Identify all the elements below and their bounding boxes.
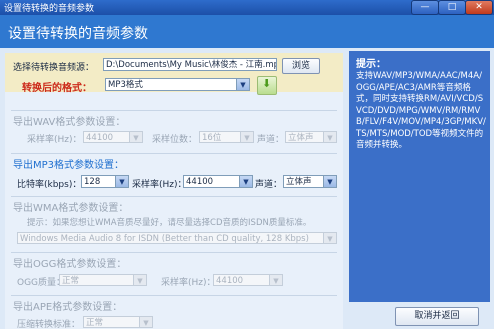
- title-bar[interactable]: 设置待转换的音频参数 — □ ✕: [0, 0, 494, 15]
- mp3-channel-value: 立体声: [286, 177, 312, 187]
- ape-divider: [11, 295, 337, 296]
- ogg-sample-rate-label: 采样率(Hz)：: [161, 278, 216, 288]
- hint-panel: 提示： 支持WAV/MP3/WMA/AAC/M4A/OGG/APE/AC3/AM…: [349, 51, 490, 302]
- browse-button[interactable]: 浏览: [282, 58, 320, 74]
- wma-preset-value: Windows Media Audio 8 for ISDN (Better t…: [20, 234, 309, 244]
- mp3-bitrate-select[interactable]: 128 ▼: [81, 175, 129, 188]
- maximize-button[interactable]: □: [438, 0, 466, 15]
- ogg-divider: [11, 252, 337, 253]
- ogg-quality-label: OGG质量：: [17, 278, 66, 288]
- wav-channel-value: 立体声: [288, 133, 314, 143]
- ogg-quality-value: 正常: [62, 276, 80, 286]
- format-label: 转换后的格式：: [22, 83, 92, 94]
- source-label: 选择待转换音频源：: [13, 63, 95, 73]
- mp3-sample-rate-select[interactable]: 44100 ▼: [183, 175, 253, 188]
- ogg-sample-rate-value: 44100: [216, 276, 244, 286]
- dialog-header-title: 设置待转换的音频参数: [8, 26, 148, 42]
- ogg-section-title: 导出OGG格式参数设置：: [13, 259, 127, 270]
- chevron-down-icon: ▼: [236, 79, 249, 90]
- mp3-channel-label: 声道：: [255, 180, 283, 190]
- settings-panel: 选择待转换音频源： D:\Documents\My Music\林俊杰 - 江南…: [5, 53, 343, 329]
- mp3-bitrate-label: 比特率(kbps)：: [17, 180, 82, 190]
- mp3-channel-select[interactable]: 立体声 ▼: [283, 175, 337, 188]
- hint-body: 支持WAV/MP3/WMA/AAC/M4A/OGG/APE/AC3/AMR等音频…: [356, 71, 486, 150]
- chevron-down-icon: ▼: [323, 233, 336, 243]
- ape-section-title: 导出APE格式参数设置：: [13, 302, 123, 313]
- confirm-format-button[interactable]: ⬇: [257, 76, 277, 95]
- mp3-section-title: 导出MP3格式参数设置：: [13, 160, 125, 171]
- ape-compression-value: 正常: [86, 318, 104, 328]
- chevron-down-icon: ▼: [239, 176, 252, 187]
- wav-divider: [11, 110, 337, 111]
- wav-bits-select[interactable]: 16位 ▼: [199, 131, 254, 143]
- wav-bits-label: 采样位数：: [152, 135, 198, 145]
- wav-section-title: 导出WAV格式参数设置：: [13, 117, 126, 128]
- chevron-down-icon: ▼: [139, 317, 152, 327]
- chevron-down-icon: ▼: [240, 132, 253, 142]
- chevron-down-icon: ▼: [133, 275, 146, 285]
- wma-divider: [11, 196, 337, 197]
- window-title: 设置待转换的音频参数: [4, 4, 95, 14]
- mp3-divider: [11, 153, 337, 154]
- hint-title: 提示：: [356, 59, 386, 70]
- wma-preset-select[interactable]: Windows Media Audio 8 for ISDN (Better t…: [17, 232, 337, 244]
- ape-compression-label: 压缩转换标准：: [17, 320, 81, 329]
- down-arrow-icon: ⬇: [262, 77, 272, 90]
- wav-channel-select[interactable]: 立体声 ▼: [285, 131, 337, 143]
- wav-sample-rate-value: 44100: [86, 133, 114, 143]
- source-format-area: 选择待转换音频源： D:\Documents\My Music\林俊杰 - 江南…: [5, 53, 343, 95]
- source-path-value: D:\Documents\My Music\林俊杰 - 江南.mp3: [106, 60, 277, 70]
- cancel-return-button[interactable]: 取消并返回: [395, 307, 479, 326]
- ogg-sample-rate-select[interactable]: 44100 ▼: [213, 274, 283, 286]
- chevron-down-icon: ▼: [323, 132, 336, 142]
- wma-tip: 提示：如果您想让WMA音质尽量好，请尽量选择CD音质的ISDN质量标准。: [27, 218, 312, 228]
- mp3-sample-rate-value: 44100: [186, 177, 214, 187]
- chevron-down-icon: ▼: [129, 132, 142, 142]
- format-select[interactable]: MP3格式 ▼: [105, 78, 250, 91]
- wav-channel-label: 声道：: [257, 135, 285, 145]
- dialog-header: 设置待转换的音频参数: [0, 15, 494, 48]
- mp3-sample-rate-label: 采样率(Hz)：: [132, 180, 187, 190]
- wav-sample-rate-label: 采样率(Hz)：: [27, 135, 82, 145]
- source-path-field[interactable]: D:\Documents\My Music\林俊杰 - 江南.mp3: [103, 58, 277, 71]
- chevron-down-icon: ▼: [269, 275, 282, 285]
- wma-section-title: 导出WMA格式参数设置：: [13, 203, 129, 214]
- format-select-value: MP3格式: [108, 80, 143, 90]
- ogg-quality-select[interactable]: 正常 ▼: [59, 274, 147, 286]
- minimize-button[interactable]: —: [411, 0, 439, 15]
- wav-bits-value: 16位: [202, 133, 222, 143]
- chevron-down-icon: ▼: [115, 176, 128, 187]
- mp3-bitrate-value: 128: [84, 177, 101, 187]
- close-button[interactable]: ✕: [465, 0, 493, 15]
- dialog-window: 设置待转换的音频参数 — □ ✕ 设置待转换的音频参数 选择待转换音频源： D:…: [0, 0, 494, 329]
- ape-compression-select[interactable]: 正常 ▼: [83, 316, 153, 328]
- wav-sample-rate-select[interactable]: 44100 ▼: [83, 131, 143, 143]
- chevron-down-icon: ▼: [323, 176, 336, 187]
